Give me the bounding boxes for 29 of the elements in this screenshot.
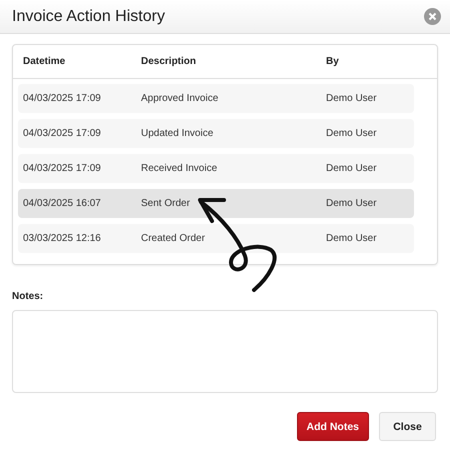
- table-cell-text: Demo User: [326, 198, 378, 209]
- table-cell-text: 04/03/2025 17:09: [23, 93, 102, 104]
- close-button[interactable]: Close: [379, 412, 436, 441]
- table-row[interactable]: 04/03/2025 17:09 Approved Invoice Demo User: [18, 84, 414, 113]
- table-cell-text: Sent Order: [141, 198, 191, 209]
- table-cell-text: Demo User: [326, 233, 378, 244]
- table-cell-text: Demo User: [326, 163, 378, 174]
- table-cell-text: Approved Invoice: [141, 93, 220, 104]
- notes-field[interactable]: [12, 310, 438, 393]
- dialog-title: Invoice Action History: [12, 8, 165, 26]
- table-row[interactable]: 04/03/2025 17:09 Received Invoice Demo User: [18, 154, 414, 183]
- table-cell-text: 04/03/2025 17:09: [23, 163, 102, 174]
- table-cell-text: Created Order: [141, 233, 206, 244]
- table-cell-text: 03/03/2025 12:16: [23, 233, 102, 244]
- table-cell-text: Demo User: [326, 93, 378, 104]
- table-row[interactable]: 04/03/2025 17:09 Updated Invoice Demo User: [18, 119, 414, 148]
- column-header: By: [326, 56, 340, 67]
- column-header: Description: [141, 56, 198, 67]
- table-cell-text: Received Invoice: [141, 163, 218, 174]
- add-notes-button[interactable]: Add Notes: [296, 412, 369, 441]
- column-header: Datetime: [23, 56, 66, 67]
- table-cell-text: 04/03/2025 17:09: [23, 128, 102, 139]
- table-row[interactable]: 04/03/2025 16:07 Sent Order Demo User: [18, 189, 414, 218]
- table-cell-text: Demo User: [326, 128, 378, 139]
- table-row[interactable]: 03/03/2025 12:16 Created Order Demo User: [18, 224, 414, 253]
- table-cell-text: Updated Invoice: [141, 128, 214, 139]
- notes-label: Notes:: [12, 291, 44, 302]
- table-cell-text: 04/03/2025 16:07: [23, 198, 102, 209]
- close-icon[interactable]: [424, 8, 441, 25]
